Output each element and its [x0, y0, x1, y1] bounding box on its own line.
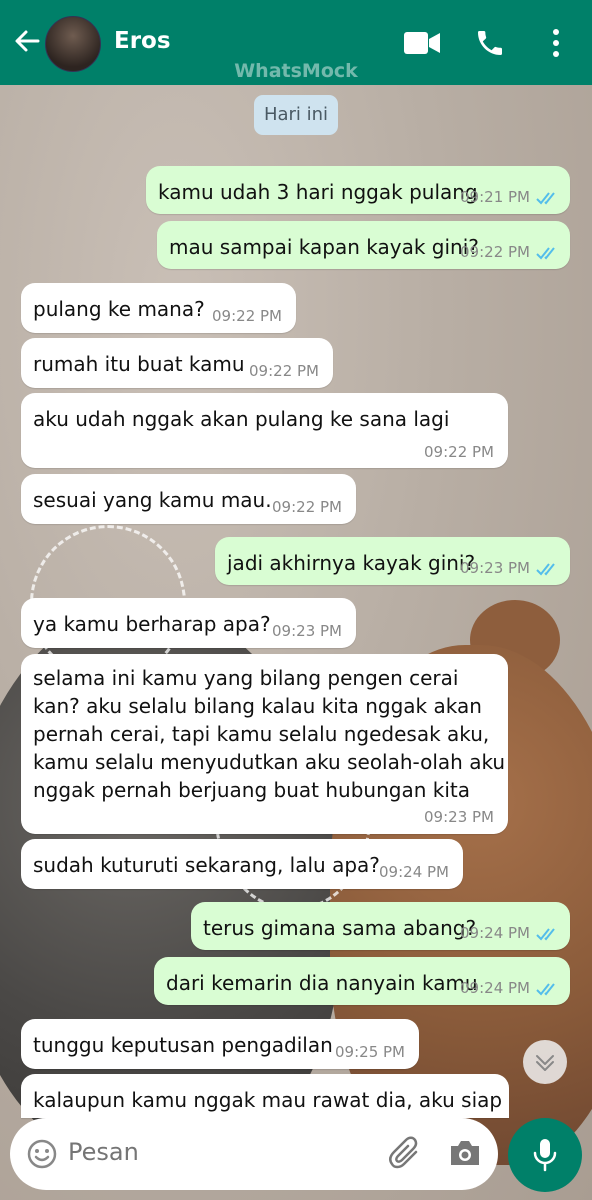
- read-ticks-icon: [536, 562, 555, 575]
- message-bubble-incoming[interactable]: sesuai yang kamu mau. 09:22 PM: [21, 474, 356, 524]
- message-bubble-incoming[interactable]: kalaupun kamu nggak mau rawat dia, aku s…: [21, 1074, 509, 1118]
- message-text: sudah kuturuti sekarang, lalu apa?: [33, 853, 380, 877]
- mic-icon: [533, 1139, 557, 1172]
- message-timestamp: 09:25 PM: [335, 1043, 405, 1061]
- video-call-icon[interactable]: [403, 30, 441, 56]
- message-bubble-outgoing[interactable]: kamu udah 3 hari nggak pulang 09:21 PM: [146, 166, 570, 214]
- chat-header: Eros WhatsMock: [0, 0, 592, 85]
- message-timestamp: 09:21 PM: [460, 188, 560, 206]
- phone-icon[interactable]: [474, 27, 506, 59]
- message-line: pernah cerai, tapi kamu selalu ngedesak …: [33, 722, 490, 746]
- message-bubble-incoming[interactable]: aku udah nggak akan pulang ke sana lagi …: [21, 393, 508, 468]
- message-timestamp: 09:22 PM: [424, 443, 494, 461]
- more-options-icon[interactable]: [550, 28, 562, 58]
- message-timestamp: 09:22 PM: [249, 362, 319, 380]
- message-timestamp: 09:23 PM: [460, 559, 560, 577]
- camera-icon[interactable]: [448, 1138, 482, 1168]
- message-bubble-incoming[interactable]: sudah kuturuti sekarang, lalu apa? 09:24…: [21, 839, 463, 889]
- message-text: pulang ke mana?: [33, 297, 205, 321]
- message-text: mau sampai kapan kayak gini?: [169, 235, 479, 259]
- emoji-icon[interactable]: [26, 1138, 58, 1170]
- read-ticks-icon: [536, 927, 555, 940]
- back-arrow-icon[interactable]: [12, 26, 42, 56]
- message-bubble-incoming[interactable]: rumah itu buat kamu 09:22 PM: [21, 338, 333, 388]
- message-text: tunggu keputusan pengadilan: [33, 1033, 333, 1057]
- message-bubble-incoming[interactable]: tunggu keputusan pengadilan 09:25 PM: [21, 1019, 419, 1069]
- read-ticks-icon: [536, 191, 555, 204]
- message-timestamp: 09:22 PM: [272, 498, 342, 516]
- message-timestamp: 09:24 PM: [379, 863, 449, 881]
- date-badge: Hari ini: [254, 95, 338, 135]
- scroll-down-icon: [536, 1055, 554, 1071]
- watermark: WhatsMock: [234, 60, 358, 82]
- message-timestamp: 09:24 PM: [460, 924, 560, 942]
- contact-name[interactable]: Eros: [114, 28, 171, 54]
- message-text: selama ini kamu yang bilang pengen cerai…: [33, 664, 505, 804]
- read-ticks-icon: [536, 982, 555, 995]
- attach-icon[interactable]: [388, 1136, 424, 1172]
- message-text: jadi akhirnya kayak gini?: [227, 551, 476, 575]
- message-bubble-outgoing[interactable]: mau sampai kapan kayak gini? 09:22 PM: [157, 221, 570, 269]
- message-bubble-incoming[interactable]: pulang ke mana? 09:22 PM: [21, 283, 296, 333]
- message-line: selama ini kamu yang bilang pengen cerai: [33, 666, 459, 690]
- message-text: kalaupun kamu nggak mau rawat dia, aku s…: [33, 1088, 503, 1112]
- message-timestamp: 09:23 PM: [272, 622, 342, 640]
- voice-record-button[interactable]: [508, 1118, 582, 1192]
- message-text: aku udah nggak akan pulang ke sana lagi: [33, 407, 450, 431]
- message-text: sesuai yang kamu mau.: [33, 488, 272, 512]
- message-composer: [10, 1118, 498, 1190]
- message-bubble-outgoing[interactable]: jadi akhirnya kayak gini? 09:23 PM: [215, 537, 570, 585]
- message-timestamp: 09:22 PM: [212, 307, 282, 325]
- message-line: nggak pernah berjuang buat hubungan kita: [33, 778, 470, 802]
- scroll-down-button[interactable]: [523, 1040, 567, 1084]
- message-line: kan? aku selalu bilang kalau kita nggak …: [33, 694, 482, 718]
- message-bubble-incoming[interactable]: ya kamu berharap apa? 09:23 PM: [21, 598, 356, 648]
- message-text: dari kemarin dia nanyain kamu: [166, 971, 478, 995]
- read-ticks-icon: [536, 246, 555, 259]
- message-line: kamu selalu menyudutkan aku seolah-olah …: [33, 750, 506, 774]
- message-text: rumah itu buat kamu: [33, 352, 245, 376]
- message-text: ya kamu berharap apa?: [33, 612, 271, 636]
- message-text: kamu udah 3 hari nggak pulang: [158, 180, 478, 204]
- message-timestamp: 09:23 PM: [424, 808, 494, 826]
- message-bubble-outgoing[interactable]: dari kemarin dia nanyain kamu 09:24 PM: [154, 957, 570, 1005]
- message-timestamp: 09:22 PM: [460, 243, 560, 261]
- message-timestamp: 09:24 PM: [460, 979, 560, 997]
- message-text: terus gimana sama abang?: [203, 916, 477, 940]
- message-input[interactable]: [68, 1138, 368, 1166]
- message-bubble-incoming[interactable]: selama ini kamu yang bilang pengen cerai…: [21, 654, 508, 834]
- message-bubble-outgoing[interactable]: terus gimana sama abang? 09:24 PM: [191, 902, 570, 950]
